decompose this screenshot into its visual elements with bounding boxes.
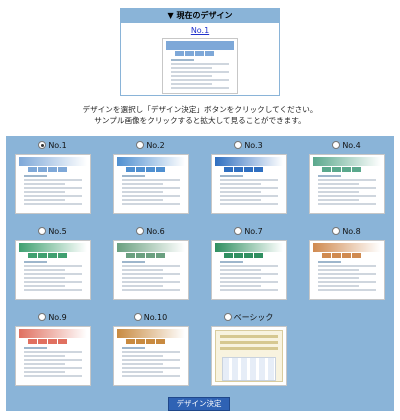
design-option-name: No.9 (48, 313, 67, 322)
radio-button[interactable] (332, 141, 341, 149)
thumbnail-nav (28, 253, 67, 258)
thumbnail-banner (19, 243, 87, 252)
design-option-10: No.10 (104, 308, 197, 394)
basic-preview (215, 330, 283, 382)
thumbnail-banner (19, 329, 87, 338)
design-sample-thumbnail[interactable] (211, 326, 287, 386)
design-option-7: No.7 (202, 222, 295, 308)
design-option-label[interactable]: No.8 (300, 226, 393, 238)
design-option-name: No.5 (48, 227, 67, 236)
radio-button[interactable] (136, 141, 145, 149)
design-option-name: No.3 (244, 141, 263, 150)
thumbnail-nav (126, 339, 165, 344)
design-option-5: No.5 (6, 222, 99, 308)
current-design-link[interactable]: No.1 (121, 26, 279, 35)
design-sample-thumbnail[interactable] (15, 154, 91, 214)
design-option-label[interactable]: No.1 (6, 140, 99, 152)
thumbnail-banner (215, 243, 283, 252)
radio-button[interactable] (223, 313, 232, 321)
thumbnail-banner (313, 157, 381, 166)
thumbnail-nav (322, 253, 361, 258)
radio-button[interactable] (133, 313, 142, 321)
radio-button[interactable] (38, 141, 47, 149)
design-sample-thumbnail[interactable] (309, 240, 385, 300)
design-option-label[interactable]: No.6 (104, 226, 197, 238)
thumbnail-banner (215, 157, 283, 166)
thumbnail-banner (166, 41, 234, 50)
thumbnail-nav (322, 167, 361, 172)
design-option-label[interactable]: No.10 (104, 312, 197, 324)
design-option-11: ベーシック (202, 308, 295, 394)
design-option-name: No.4 (342, 141, 361, 150)
thumbnail-banner (313, 243, 381, 252)
design-option-2: No.2 (104, 136, 197, 222)
design-option-label[interactable]: No.2 (104, 140, 197, 152)
radio-button[interactable] (38, 227, 47, 235)
design-option-name: No.10 (143, 313, 168, 322)
radio-button[interactable] (234, 141, 243, 149)
instructions-line-1: デザインを選択し「デザイン決定」ボタンをクリックしてください。 (82, 105, 318, 114)
thumbnail-rows (122, 175, 180, 210)
design-option-label[interactable]: No.4 (300, 140, 393, 152)
thumbnail-rows (122, 347, 180, 382)
thumbnail-rows (220, 175, 278, 210)
thumbnail-rows (318, 261, 376, 296)
thumbnail-banner (19, 157, 87, 166)
thumbnail-nav (126, 167, 165, 172)
design-sample-thumbnail[interactable] (15, 240, 91, 300)
thumbnail-nav (126, 253, 165, 258)
design-option-6: No.6 (104, 222, 197, 308)
design-option-1: No.1 (6, 136, 99, 222)
thumbnail-nav (28, 167, 67, 172)
design-option-name: No.2 (146, 141, 165, 150)
current-design-panel: ▼ 現在のデザイン No.1 (120, 8, 280, 96)
design-option-label[interactable]: No.3 (202, 140, 295, 152)
design-option-name: ベーシック (233, 313, 274, 322)
design-sample-thumbnail[interactable] (113, 326, 189, 386)
current-design-thumbnail[interactable] (162, 38, 238, 94)
design-option-name: No.8 (342, 227, 361, 236)
radio-button[interactable] (332, 227, 341, 235)
design-option-name: No.7 (244, 227, 263, 236)
design-option-4: No.4 (300, 136, 393, 222)
design-option-3: No.3 (202, 136, 295, 222)
thumbnail-banner (117, 157, 185, 166)
thumbnail-rows (171, 59, 229, 90)
thumbnail-rows (122, 261, 180, 296)
thumbnail-rows (24, 175, 82, 210)
radio-button[interactable] (234, 227, 243, 235)
thumbnail-rows (318, 175, 376, 210)
design-option-8: No.8 (300, 222, 393, 308)
thumbnail-nav (224, 253, 263, 258)
thumbnail-nav (175, 51, 214, 56)
design-grid: No.1 No.2 No.3 No.4 No.5 No.6 No.7 No.8 No.9 No.1… (6, 136, 394, 411)
design-option-label[interactable]: No.7 (202, 226, 295, 238)
thumbnail-nav (28, 339, 67, 344)
design-option-name: No.6 (146, 227, 165, 236)
design-sample-thumbnail[interactable] (309, 154, 385, 214)
thumbnail-rows (24, 261, 82, 296)
thumbnail-rows (220, 261, 278, 296)
design-sample-thumbnail[interactable] (211, 154, 287, 214)
design-sample-thumbnail[interactable] (113, 240, 189, 300)
thumbnail-banner (117, 243, 185, 252)
thumbnail-rows (24, 347, 82, 382)
radio-button[interactable] (38, 313, 47, 321)
design-submit-button[interactable]: デザイン決定 (168, 397, 230, 411)
radio-button[interactable] (136, 227, 145, 235)
thumbnail-banner (117, 329, 185, 338)
design-option-9: No.9 (6, 308, 99, 394)
design-option-label[interactable]: ベーシック (202, 312, 295, 324)
thumbnail-nav (224, 167, 263, 172)
current-design-header: ▼ 現在のデザイン (121, 9, 279, 23)
design-option-label[interactable]: No.9 (6, 312, 99, 324)
instructions-line-2: サンプル画像をクリックすると拡大して見ることができます。 (94, 116, 306, 125)
instructions: デザインを選択し「デザイン決定」ボタンをクリックしてください。 サンプル画像をク… (0, 104, 400, 126)
design-sample-thumbnail[interactable] (113, 154, 189, 214)
design-sample-thumbnail[interactable] (15, 326, 91, 386)
design-option-name: No.1 (48, 141, 67, 150)
design-sample-thumbnail[interactable] (211, 240, 287, 300)
design-option-label[interactable]: No.5 (6, 226, 99, 238)
